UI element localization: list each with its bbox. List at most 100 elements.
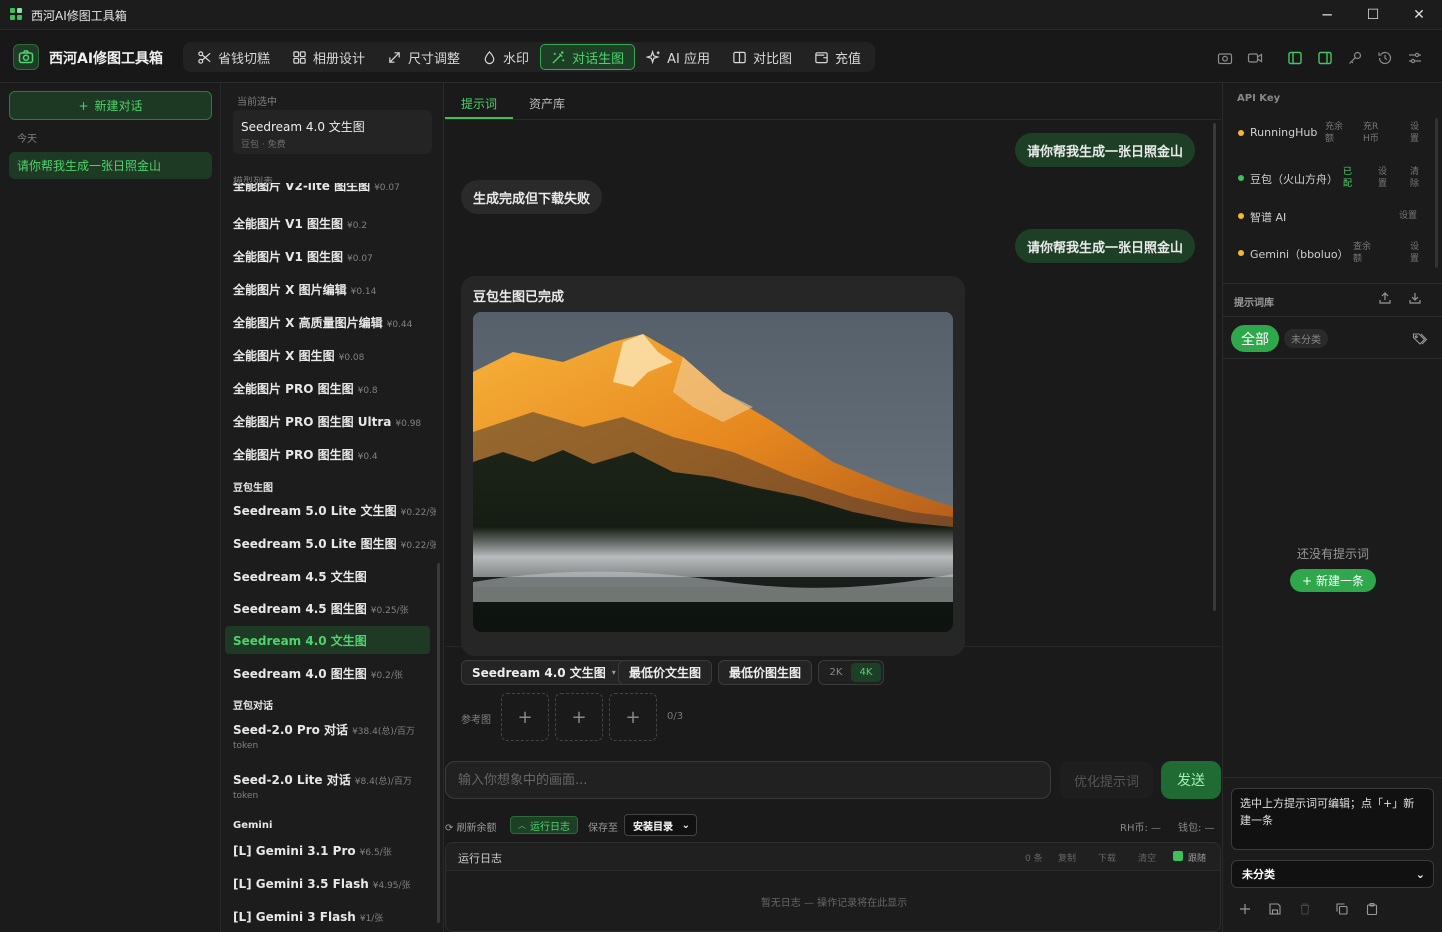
log-download-button[interactable]: 下载 xyxy=(1098,851,1116,864)
generated-image[interactable] xyxy=(473,312,953,632)
status-dot xyxy=(1238,130,1244,136)
model-item[interactable]: Seed-2.0 Pro 对话 ¥38.4(总)/百万 token xyxy=(233,721,433,751)
paste-icon[interactable] xyxy=(1365,902,1381,918)
category-select[interactable]: 未分类 ⌄ xyxy=(1231,860,1434,888)
model-item-selected[interactable]: Seedream 4.0 文生图 xyxy=(225,626,430,654)
recharge-balance-link[interactable]: 充余额 xyxy=(1325,121,1347,145)
send-button[interactable]: 发送 xyxy=(1161,761,1221,799)
model-item[interactable]: Seedream 5.0 Lite 文生图 ¥0.22/张 xyxy=(233,502,436,519)
model-list-scrollbar[interactable] xyxy=(437,563,440,923)
cheapest-t2i-button[interactable]: 最低价文生图 xyxy=(618,660,713,685)
wallet-icon xyxy=(815,51,828,63)
provider-settings-link[interactable]: 设置 xyxy=(1410,121,1422,145)
prompt-library-title: 提示词库 xyxy=(1234,298,1274,309)
grid-icon xyxy=(293,50,306,64)
model-item[interactable]: Seed-2.0 Lite 对话 ¥8.4(总)/百万 token xyxy=(233,771,433,801)
save-to-label: 保存至 xyxy=(588,823,618,834)
model-item[interactable]: 全能图片 X 图片编辑 ¥0.14 xyxy=(233,281,433,298)
new-chat-button[interactable]: + 新建对话 xyxy=(9,91,212,120)
model-item[interactable]: 全能图片 X 高质量图片编辑 ¥0.44 xyxy=(233,314,433,331)
model-item[interactable]: Seedream 4.0 图生图 ¥0.2/张 xyxy=(233,665,433,682)
chevron-up-icon: ︿ xyxy=(518,820,526,830)
save-location-select[interactable]: 安装目录 ⌄ xyxy=(624,814,697,836)
tab-ai-apps[interactable]: AI 应用 xyxy=(635,44,721,70)
maximize-button[interactable]: ☐ xyxy=(1350,0,1396,30)
status-dot xyxy=(1238,175,1244,181)
prompt-edit-area[interactable]: 选中上方提示词可编辑；点「+」新建一条 xyxy=(1231,788,1434,850)
upload-icon[interactable] xyxy=(1378,291,1394,307)
plus-icon: + xyxy=(78,98,89,113)
model-item[interactable]: [L] Gemini 3.5 Flash ¥4.95/张 xyxy=(233,877,433,891)
model-item[interactable]: Seedream 4.5 图生图 ¥0.25/张 xyxy=(233,600,433,617)
model-item[interactable]: [L] Gemini 3.1 Pro ¥6.5/张 xyxy=(233,844,433,858)
chat-scrollbar[interactable] xyxy=(1213,123,1216,611)
provider-settings-link[interactable]: 设置 xyxy=(1410,241,1422,265)
model-item[interactable]: 全能图片 X 图生图 ¥0.08 xyxy=(233,347,433,364)
tab-assets[interactable]: 资产库 xyxy=(529,95,565,112)
model-item[interactable]: 全能图片 V1 图生图 ¥0.2 xyxy=(233,215,433,232)
model-item[interactable]: 全能图片 PRO 图生图 ¥0.8 xyxy=(233,380,433,397)
add-reference-image-slot[interactable]: + xyxy=(555,693,603,741)
tab-watermark[interactable]: 水印 xyxy=(471,44,540,70)
model-item[interactable]: Seedream 4.5 文生图 xyxy=(233,568,433,585)
history-icon[interactable] xyxy=(1376,49,1394,67)
model-item[interactable]: 全能图片 V1 图生图 ¥0.07 xyxy=(233,248,433,265)
chevron-down-icon: ⌄ xyxy=(1415,867,1425,881)
minimize-button[interactable]: ─ xyxy=(1304,0,1350,30)
model-item[interactable]: 全能图片 PRO 图生图 Ultra ¥0.98 xyxy=(233,413,433,430)
model-item[interactable]: [L] Gemini 3 Flash ¥1/张 xyxy=(233,910,433,924)
tab-album[interactable]: 相册设计 xyxy=(281,44,376,70)
res-4k-option[interactable]: 4K xyxy=(851,663,881,682)
new-prompt-button[interactable]: + 新建一条 xyxy=(1290,569,1376,592)
video-icon[interactable] xyxy=(1246,49,1264,67)
filter-all-chip[interactable]: 全部 xyxy=(1231,325,1279,352)
res-2k-option[interactable]: 2K xyxy=(821,663,851,682)
provider-settings-link[interactable]: 设置 xyxy=(1378,166,1390,190)
optimize-prompt-button[interactable]: 优化提示词 xyxy=(1060,761,1153,799)
api-scrollbar[interactable] xyxy=(1435,118,1438,268)
add-reference-image-slot[interactable]: + xyxy=(501,693,549,741)
close-button[interactable]: ✕ xyxy=(1396,0,1442,30)
filter-uncategorized-chip[interactable]: 未分类 xyxy=(1284,329,1328,348)
add-icon[interactable] xyxy=(1238,902,1254,918)
copy-icon[interactable] xyxy=(1335,902,1351,918)
log-copy-button[interactable]: 复制 xyxy=(1058,851,1076,864)
tab-compare[interactable]: 对比图 xyxy=(721,44,803,70)
conversation-sidebar: + 新建对话 今天 请你帮我生成一张日照金山 xyxy=(0,83,221,932)
cheapest-i2i-button[interactable]: 最低价图生图 xyxy=(718,660,813,685)
model-selector[interactable]: Seedream 4.0 文生图 ▾ xyxy=(461,660,627,685)
tab-resize[interactable]: 尺寸调整 xyxy=(376,44,471,70)
tab-chat-image[interactable]: 对话生图 xyxy=(540,44,636,70)
right-panel-toggle-icon[interactable] xyxy=(1316,49,1334,67)
tab-cut[interactable]: 省钱切糕 xyxy=(186,44,281,70)
provider-settings-link[interactable]: 设置 xyxy=(1399,210,1429,222)
log-header: 运行日志 0 条 复制 下载 清空 跟随 xyxy=(446,843,1220,871)
model-item[interactable]: 全能图片 V2-lite 图生图 ¥0.07 xyxy=(233,183,433,194)
settings-sliders-icon[interactable] xyxy=(1406,49,1424,67)
save-icon[interactable] xyxy=(1268,902,1284,918)
app-logo-icon xyxy=(10,8,23,21)
model-item[interactable]: 全能图片 PRO 图生图 ¥0.4 xyxy=(233,446,433,463)
download-icon[interactable] xyxy=(1408,291,1424,307)
provider-clear-link[interactable]: 清除 xyxy=(1410,166,1422,190)
model-item[interactable]: Seedream 5.0 Lite 图生图 ¥0.22/张 xyxy=(233,535,436,552)
prompt-input[interactable] xyxy=(445,761,1051,799)
check-balance-link[interactable]: 查余额 xyxy=(1353,241,1375,265)
follow-checkbox[interactable] xyxy=(1173,851,1183,861)
add-reference-image-slot[interactable]: + xyxy=(609,693,657,741)
chevron-down-icon: ⌄ xyxy=(681,819,690,831)
screenshot-camera-icon[interactable] xyxy=(1216,49,1234,67)
refresh-balance-button[interactable]: ⟳ 刷新余额 xyxy=(445,819,497,834)
date-group-label: 今天 xyxy=(17,134,37,145)
key-icon[interactable] xyxy=(1346,49,1364,67)
tab-recharge[interactable]: 充值 xyxy=(803,44,872,70)
run-log-toggle[interactable]: ︿ 运行日志 xyxy=(510,816,578,834)
log-clear-button[interactable]: 清空 xyxy=(1138,851,1156,864)
divider xyxy=(1223,777,1442,778)
divider xyxy=(445,646,1221,647)
tags-icon[interactable] xyxy=(1412,332,1428,346)
recharge-rh-link[interactable]: 充RH币 xyxy=(1363,121,1385,145)
chat-history-item[interactable]: 请你帮我生成一张日照金山 xyxy=(9,152,212,179)
tab-prompts[interactable]: 提示词 xyxy=(461,95,497,112)
left-panel-toggle-icon[interactable] xyxy=(1286,49,1304,67)
